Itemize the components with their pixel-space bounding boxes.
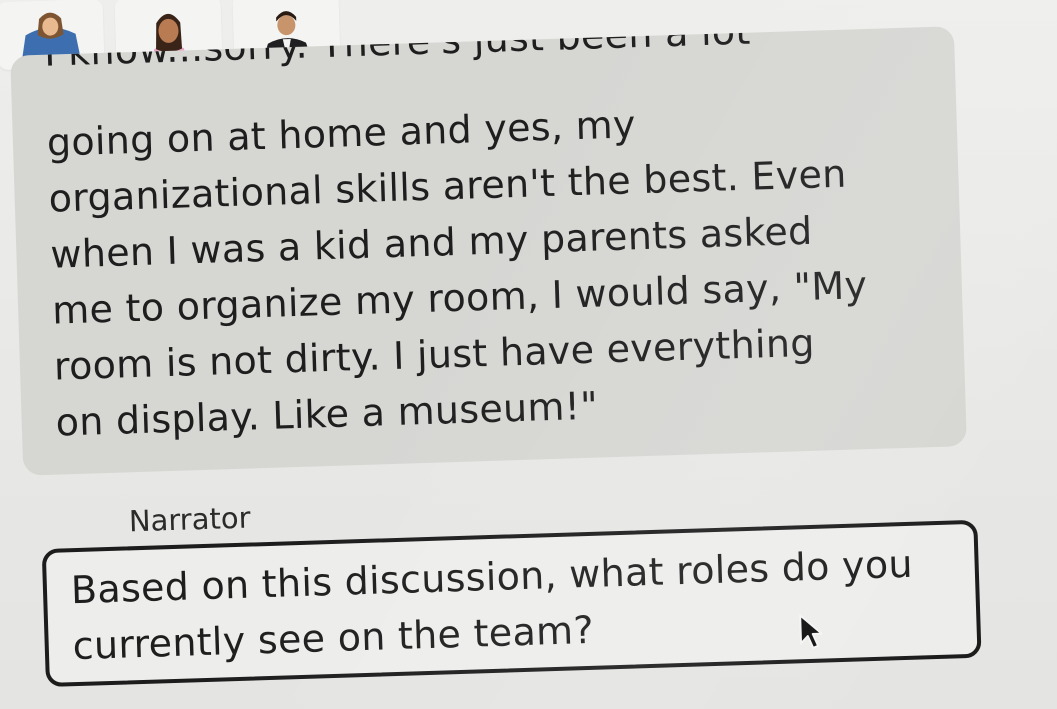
message-bubble: I know...sorry. There's just been a lot … — [10, 26, 967, 476]
narrator-message-box: Based on this discussion, what roles do … — [41, 519, 982, 688]
chat-view: I know...sorry. There's just been a lot … — [0, 0, 1057, 709]
screen: I know...sorry. There's just been a lot … — [0, 0, 1057, 709]
mouse-pointer-icon — [799, 614, 823, 649]
message-text: going on at home and yes, my organizatio… — [46, 102, 868, 445]
narrator-prompt: Based on this discussion, what roles do … — [70, 541, 914, 669]
narrator-label: Narrator — [128, 500, 251, 539]
